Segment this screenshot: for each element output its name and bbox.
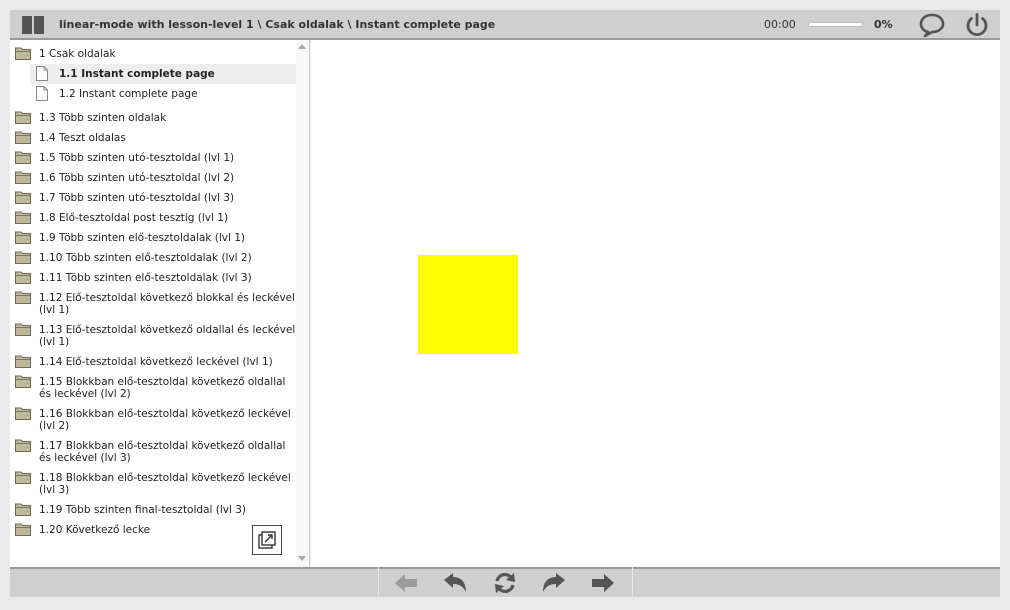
book-icon: [22, 16, 44, 34]
yellow-square: [418, 255, 518, 354]
undo-icon[interactable]: [442, 571, 468, 595]
navigation-controls: [378, 567, 633, 599]
folder-icon: [15, 47, 31, 60]
toc-item-label: 1.5 Több szinten utó-tesztoldal (lvl 1): [39, 152, 235, 164]
toc-folder-item[interactable]: 1.5 Több szinten utó-tesztoldal (lvl 1): [10, 148, 296, 168]
toc-item-label: 1.1 Instant complete page: [59, 68, 215, 80]
toc-folder-item[interactable]: 1 Csak oldalak: [10, 44, 296, 64]
sidebar-scrollbar[interactable]: [296, 40, 309, 567]
previous-arrow-icon[interactable]: [393, 571, 419, 595]
folder-icon: [15, 191, 31, 204]
toc-item-label: 1.4 Teszt oldalas: [39, 132, 126, 144]
toc-item-label: 1.7 Több szinten utó-tesztoldal (lvl 3): [39, 192, 235, 204]
folder-icon: [15, 231, 31, 244]
folder-icon: [15, 251, 31, 264]
folder-icon: [15, 439, 31, 452]
bottom-navigation-bar: [10, 567, 1000, 599]
popout-button[interactable]: [252, 525, 282, 555]
toc-item-label: 1.16 Blokkban elő-tesztoldal következő l…: [39, 408, 291, 432]
toc-folder-item[interactable]: 1.6 Több szinten utó-tesztoldal (lvl 2): [10, 168, 296, 188]
next-arrow-icon[interactable]: [590, 571, 616, 595]
toc-folder-item[interactable]: 1.9 Több szinten elő-tesztoldalak (lvl 1…: [10, 228, 296, 248]
toc-list: 1 Csak oldalak 1.1 Instant complete page 1…: [10, 44, 296, 540]
folder-icon: [15, 407, 31, 420]
page-icon: [36, 66, 48, 81]
timer: 00:00: [764, 18, 796, 31]
toc-page-item[interactable]: 1.1 Instant complete page: [30, 64, 296, 84]
folder-icon: [15, 323, 31, 336]
toc-folder-item[interactable]: 1.18 Blokkban elő-tesztoldal következő l…: [10, 468, 296, 500]
folder-icon: [15, 211, 31, 224]
folder-icon: [15, 355, 31, 368]
folder-icon: [15, 375, 31, 388]
content-area: [311, 40, 1000, 567]
folder-icon: [15, 523, 31, 536]
popout-icon: [258, 531, 276, 549]
redo-icon[interactable]: [541, 571, 567, 595]
chat-bubble-icon[interactable]: [919, 13, 945, 37]
toc-item-label: 1.20 Következő lecke: [39, 524, 151, 536]
toc-item-label: 1.14 Elő-tesztoldal következő leckével (…: [39, 356, 273, 368]
toc-item-label: 1.10 Több szinten elő-tesztoldalak (lvl …: [39, 252, 252, 264]
toc-folder-item[interactable]: 1.3 Több szinten oldalak: [10, 108, 296, 128]
toc-folder-item[interactable]: 1.14 Elő-tesztoldal következő leckével (…: [10, 352, 296, 372]
reload-icon[interactable]: [492, 571, 518, 595]
toc-item-label: 1.15 Blokkban elő-tesztoldal következő o…: [39, 376, 286, 400]
toc-folder-item[interactable]: 1.12 Elő-tesztoldal következő blokkal és…: [10, 288, 296, 320]
toc-page-item[interactable]: 1.2 Instant complete page: [10, 84, 296, 104]
toc-folder-item[interactable]: 1.19 Több szinten final-tesztoldal (lvl …: [10, 500, 296, 520]
scroll-up-arrow-icon[interactable]: [298, 44, 306, 49]
toc-item-label: 1.19 Több szinten final-tesztoldal (lvl …: [39, 504, 247, 516]
toc-folder-item[interactable]: 1.13 Elő-tesztoldal következő oldallal é…: [10, 320, 296, 352]
top-bar: linear-mode with lesson-level 1 \ Csak o…: [10, 10, 1000, 40]
folder-icon: [15, 271, 31, 284]
toc-item-label: 1.17 Blokkban elő-tesztoldal következő o…: [39, 440, 286, 464]
page-icon: [36, 86, 48, 101]
progress-bar: [808, 22, 863, 27]
toc-item-label: 1.3 Több szinten oldalak: [39, 112, 167, 124]
toc-folder-item[interactable]: 1.11 Több szinten elő-tesztoldalak (lvl …: [10, 268, 296, 288]
toc-folder-item[interactable]: 1.17 Blokkban elő-tesztoldal következő o…: [10, 436, 296, 468]
folder-icon: [15, 151, 31, 164]
folder-icon: [15, 171, 31, 184]
toc-folder-item[interactable]: 1.4 Teszt oldalas: [10, 128, 296, 148]
table-of-contents-panel: 1 Csak oldalak 1.1 Instant complete page 1…: [10, 40, 310, 567]
folder-icon: [15, 471, 31, 484]
toc-item-label: 1.18 Blokkban elő-tesztoldal következő l…: [39, 472, 291, 496]
toc-item-label: 1.11 Több szinten elő-tesztoldalak (lvl …: [39, 272, 252, 284]
page-title: linear-mode with lesson-level 1 \ Csak o…: [59, 18, 496, 31]
toc-folder-item[interactable]: 1.16 Blokkban elő-tesztoldal következő l…: [10, 404, 296, 436]
toc-item-label: 1.6 Több szinten utó-tesztoldal (lvl 2): [39, 172, 235, 184]
toc-item-label: 1.9 Több szinten elő-tesztoldalak (lvl 1…: [39, 232, 246, 244]
progress-percent: 0%: [874, 18, 893, 31]
toc-item-label: 1.13 Elő-tesztoldal következő oldallal é…: [39, 324, 296, 348]
toc-item-label: 1.12 Elő-tesztoldal következő blokkal és…: [39, 292, 296, 316]
scroll-down-arrow-icon[interactable]: [298, 556, 306, 561]
folder-icon: [15, 503, 31, 516]
toc-folder-item[interactable]: 1.10 Több szinten elő-tesztoldalak (lvl …: [10, 248, 296, 268]
toc-folder-item[interactable]: 1.7 Több szinten utó-tesztoldal (lvl 3): [10, 188, 296, 208]
folder-icon: [15, 111, 31, 124]
folder-icon: [15, 291, 31, 304]
folder-icon: [15, 131, 31, 144]
toc-item-label: 1.8 Elő-tesztoldal post tesztig (lvl 1): [39, 212, 229, 224]
toc-folder-item[interactable]: 1.15 Blokkban elő-tesztoldal következő o…: [10, 372, 296, 404]
toc-item-label: 1.2 Instant complete page: [59, 88, 198, 100]
toc-item-label: 1 Csak oldalak: [39, 48, 116, 60]
toc-folder-item[interactable]: 1.8 Elő-tesztoldal post tesztig (lvl 1): [10, 208, 296, 228]
power-icon[interactable]: [964, 12, 990, 38]
